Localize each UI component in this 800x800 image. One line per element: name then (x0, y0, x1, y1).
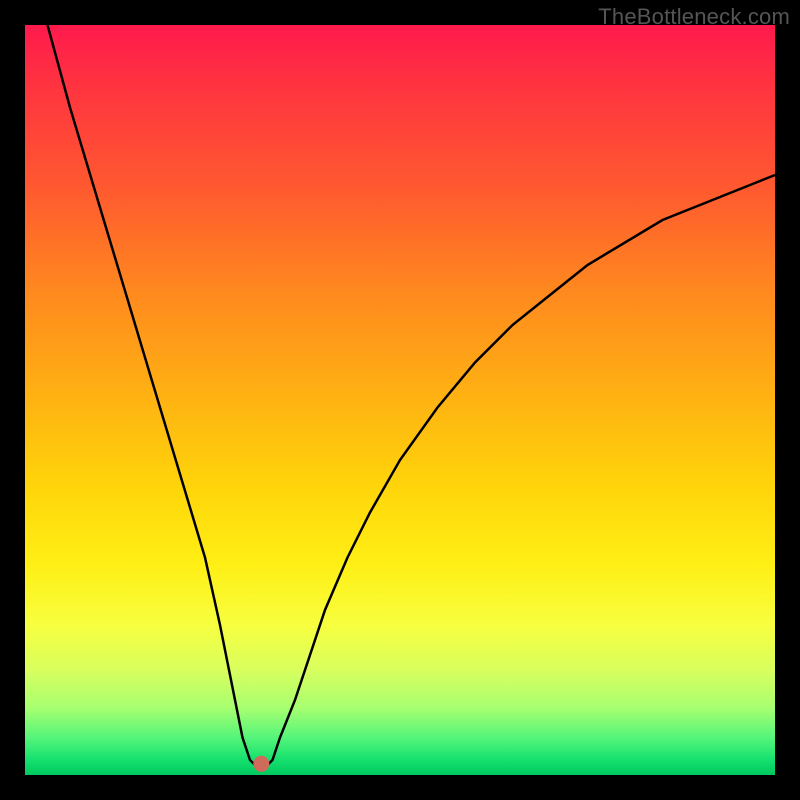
curve-path (48, 25, 776, 768)
chart-frame: TheBottleneck.com (0, 0, 800, 800)
optimal-point-marker (253, 756, 269, 772)
plot-area (25, 25, 775, 775)
bottleneck-curve (25, 25, 775, 775)
watermark-text: TheBottleneck.com (598, 4, 790, 30)
